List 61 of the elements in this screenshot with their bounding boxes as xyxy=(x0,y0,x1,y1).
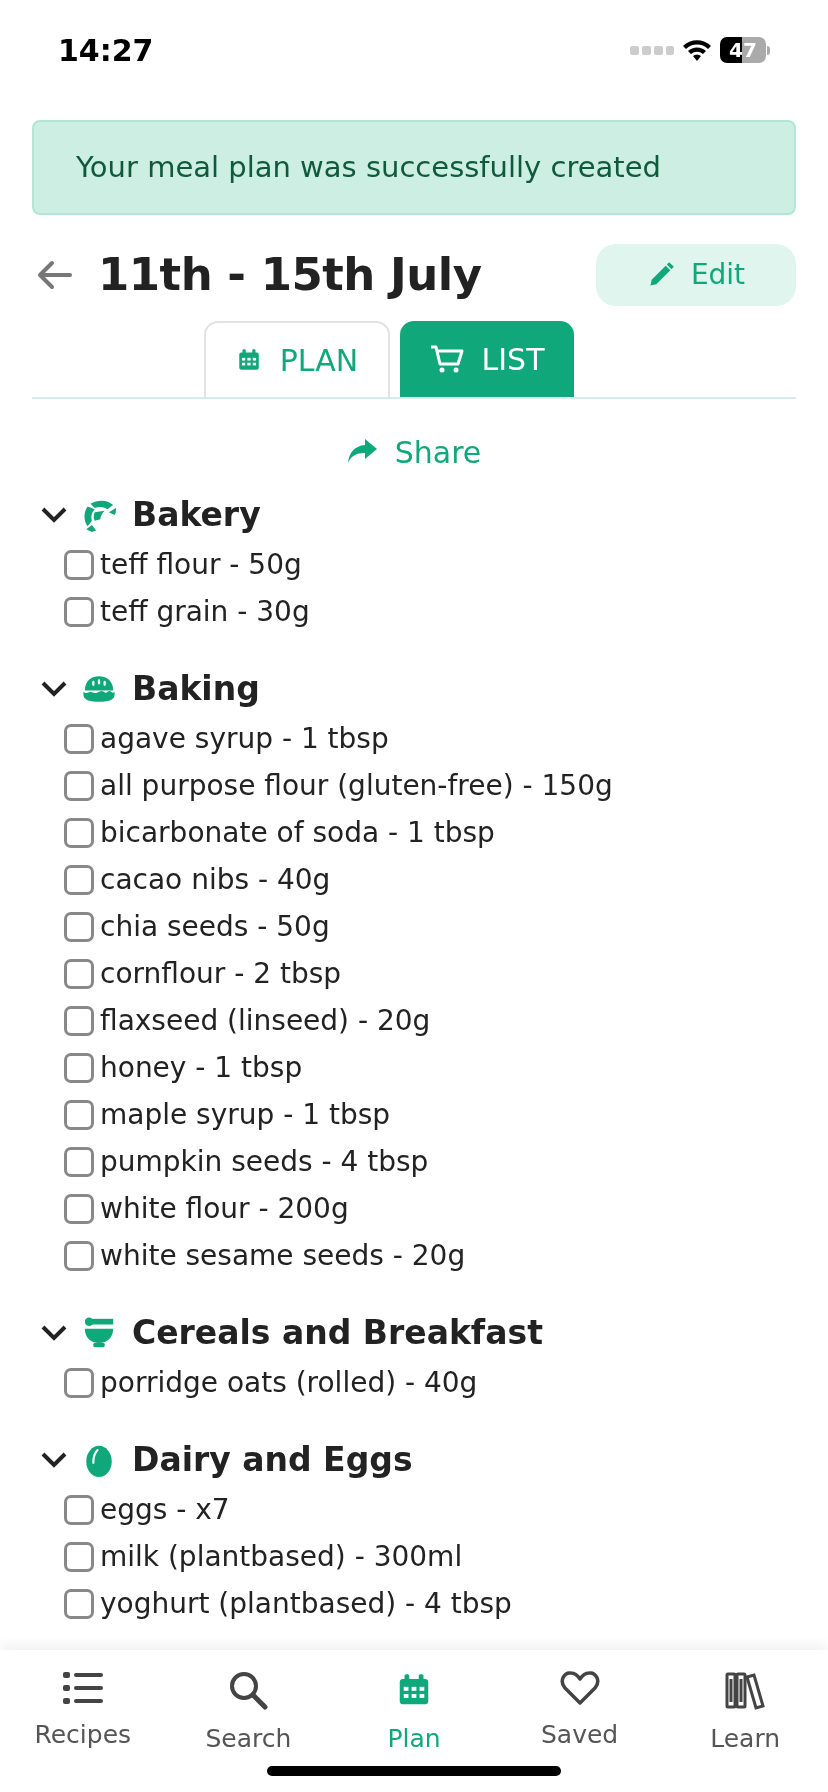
checkbox[interactable] xyxy=(64,817,94,848)
chevron-down-icon[interactable] xyxy=(40,1323,68,1343)
nav-tab[interactable]: Search xyxy=(165,1670,332,1792)
chevron-down-icon[interactable] xyxy=(40,505,68,525)
success-banner: Your meal plan was successfully created xyxy=(32,120,796,215)
nav-tab[interactable]: Learn xyxy=(662,1670,828,1792)
search-icon xyxy=(228,1670,269,1710)
checkbox[interactable] xyxy=(64,1193,94,1224)
item-label: bicarbonate of soda - 1 tbsp xyxy=(100,814,495,851)
item-label: eggs - x7 xyxy=(100,1491,230,1528)
checkbox[interactable] xyxy=(64,1240,94,1271)
plan-title: 11th - 15th July xyxy=(98,247,483,304)
item-label: cacao nibs - 40g xyxy=(100,861,331,898)
heart-icon xyxy=(559,1670,600,1706)
checkbox[interactable] xyxy=(64,1146,94,1177)
item-label: cornflour - 2 tbsp xyxy=(100,955,342,992)
cart-icon xyxy=(429,344,464,374)
checkbox[interactable] xyxy=(64,864,94,895)
chevron-down-icon[interactable] xyxy=(40,679,68,699)
checkbox[interactable] xyxy=(64,549,94,580)
checkbox[interactable] xyxy=(64,723,94,754)
item-label: pumpkin seeds - 4 tbsp xyxy=(100,1143,429,1180)
status-time: 14:27 xyxy=(58,31,154,70)
item-label: flaxseed (linseed) - 20g xyxy=(100,1002,431,1039)
category-heading[interactable]: Bakery xyxy=(132,490,261,540)
list-icon xyxy=(62,1670,103,1706)
item-label: honey - 1 tbsp xyxy=(100,1049,303,1086)
category-heading[interactable]: Baking xyxy=(132,664,260,714)
checkbox[interactable] xyxy=(64,911,94,942)
item-label: milk (plantbased) - 300ml xyxy=(100,1538,463,1575)
category-heading[interactable]: Dairy and Eggs xyxy=(132,1435,413,1485)
item-label: white sesame seeds - 20g xyxy=(100,1237,466,1274)
nav-tab[interactable]: Saved xyxy=(496,1670,663,1792)
back-arrow-icon[interactable] xyxy=(36,260,72,290)
chevron-down-icon[interactable] xyxy=(40,1450,68,1470)
checkbox[interactable] xyxy=(64,770,94,801)
wifi-icon xyxy=(682,39,712,61)
battery-tip xyxy=(767,45,770,55)
nav-tab[interactable]: Recipes xyxy=(0,1670,166,1792)
checkbox[interactable] xyxy=(64,1588,94,1619)
item-label: teff grain - 30g xyxy=(100,593,310,630)
item-label: chia seeds - 50g xyxy=(100,908,330,945)
item-label: maple syrup - 1 tbsp xyxy=(100,1096,391,1133)
signal-icon xyxy=(630,44,674,56)
item-label: yoghurt (plantbased) - 4 tbsp xyxy=(100,1585,512,1622)
item-label: teff flour - 50g xyxy=(100,546,302,583)
checkbox[interactable] xyxy=(64,958,94,989)
checkbox[interactable] xyxy=(64,1367,94,1398)
checkbox[interactable] xyxy=(64,1099,94,1130)
books-icon xyxy=(725,1670,766,1710)
item-label: porridge oats (rolled) - 40g xyxy=(100,1364,478,1401)
checkbox[interactable] xyxy=(64,596,94,627)
category-heading[interactable]: Cereals and Breakfast xyxy=(132,1308,543,1358)
checkbox[interactable] xyxy=(64,1005,94,1036)
item-label: white flour - 200g xyxy=(100,1190,349,1227)
item-label: agave syrup - 1 tbsp xyxy=(100,720,389,757)
item-label: all purpose flour (gluten-free) - 150g xyxy=(100,767,613,804)
share-arrow-icon xyxy=(346,439,377,465)
checkbox[interactable] xyxy=(64,1494,94,1525)
checkbox[interactable] xyxy=(64,1541,94,1572)
checkbox[interactable] xyxy=(64,1052,94,1083)
